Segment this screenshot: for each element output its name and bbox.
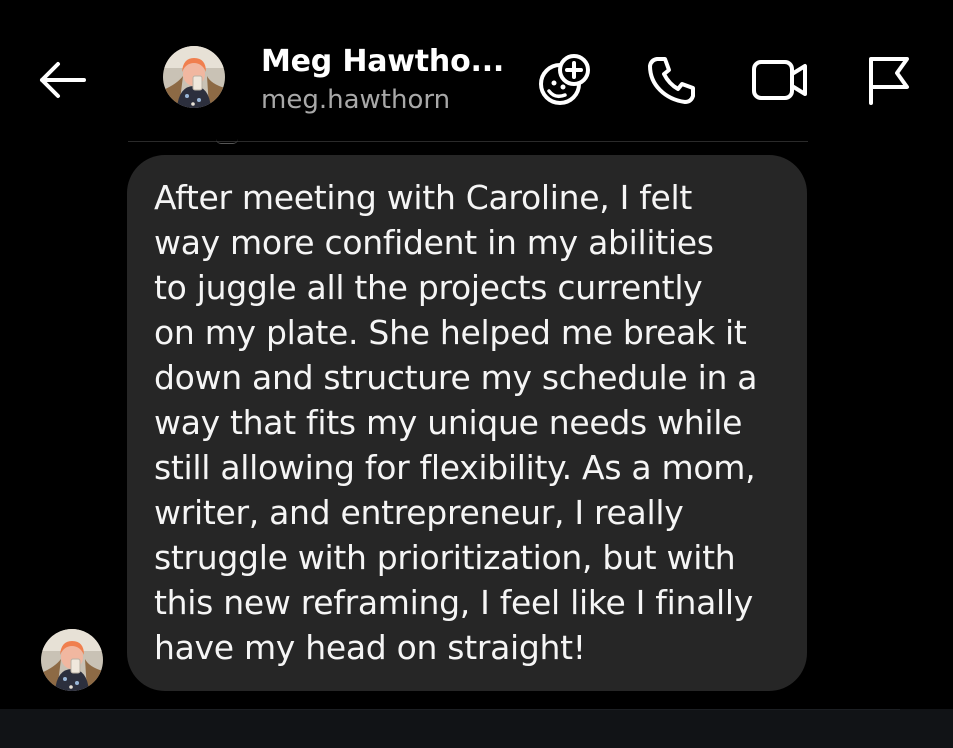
contact-name[interactable]: Meg Hawtho... — [261, 44, 504, 79]
sender-avatar[interactable] — [41, 629, 103, 691]
message-bubble[interactable]: After meeting with Caroline, I felt way … — [127, 155, 807, 691]
phone-icon — [648, 57, 695, 104]
message-composer[interactable] — [0, 709, 953, 748]
chat-header: Meg Hawtho... meg.hawthorn — [0, 0, 953, 140]
arrow-left-icon — [40, 62, 86, 98]
contact-handle[interactable]: meg.hawthorn — [261, 85, 450, 115]
audio-call-button[interactable] — [640, 48, 704, 112]
back-button[interactable] — [30, 50, 94, 110]
effects-button[interactable] — [532, 48, 596, 112]
report-button[interactable] — [856, 48, 920, 112]
flag-icon — [869, 57, 909, 105]
previous-message-edge — [216, 139, 238, 144]
avatar-photo — [41, 629, 103, 691]
composer-divider — [60, 709, 900, 710]
avatar[interactable] — [163, 46, 225, 108]
message-text: After meeting with Caroline, I felt way … — [154, 178, 758, 667]
avatar-photo — [163, 46, 225, 108]
video-call-button[interactable] — [748, 48, 812, 112]
video-camera-icon — [752, 60, 807, 100]
sticker-add-icon — [539, 54, 590, 105]
